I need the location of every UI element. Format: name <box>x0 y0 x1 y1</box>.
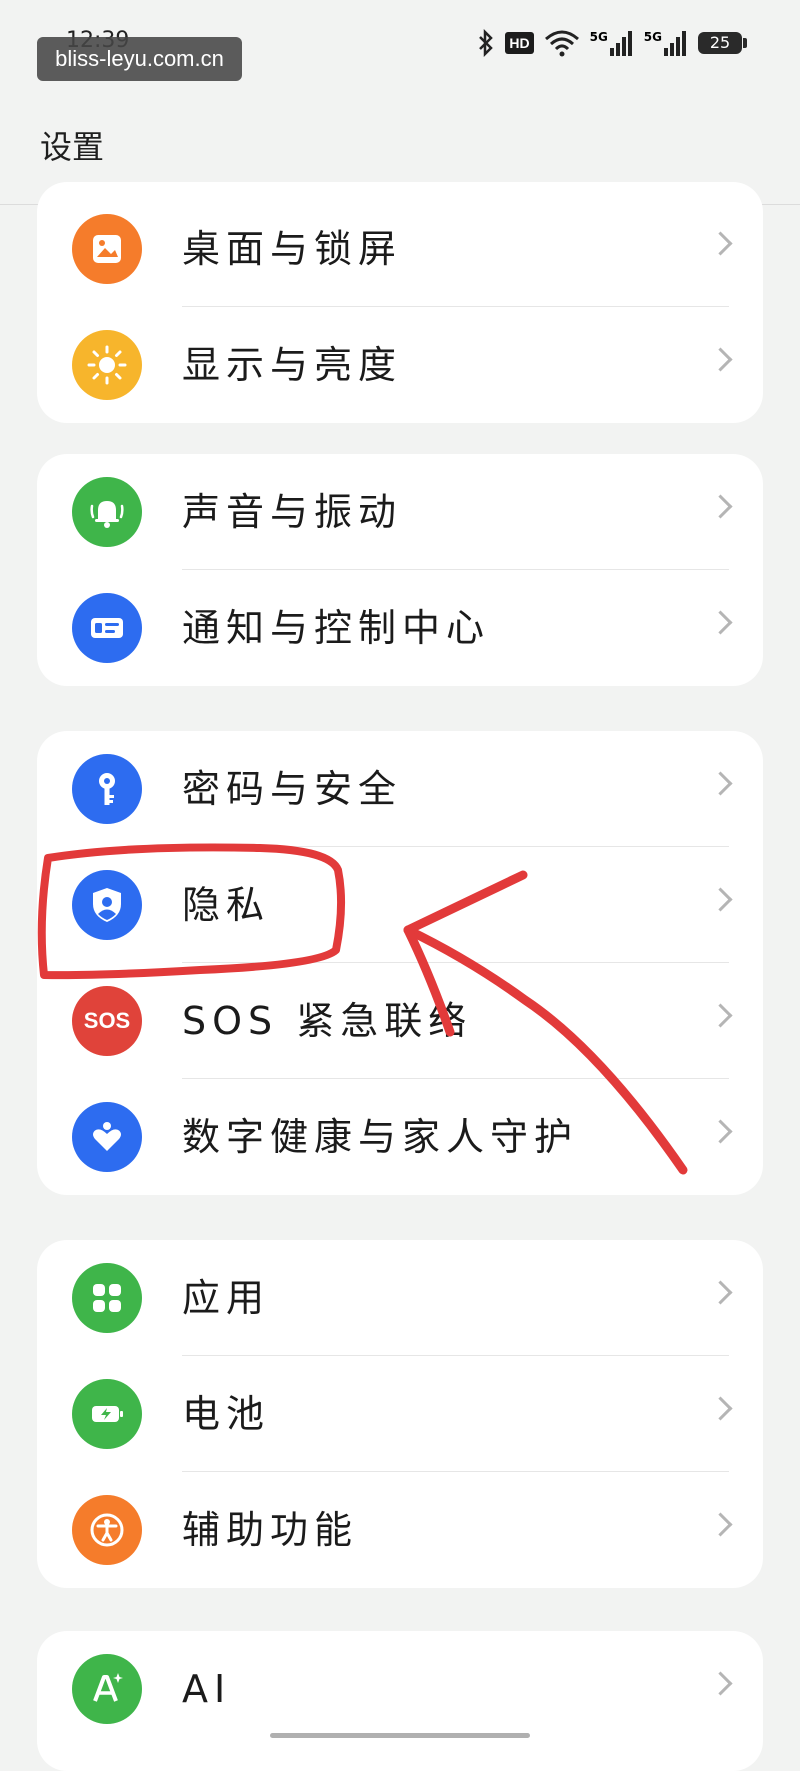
battery-indicator: 25 <box>698 32 747 54</box>
settings-group-ai: AI <box>37 1631 763 1771</box>
wifi-icon <box>544 30 579 57</box>
battery-icon <box>72 1379 142 1449</box>
signal-bars-icon <box>664 31 686 56</box>
settings-group-sound: 声音与振动 通知与控制中心 <box>37 454 763 686</box>
settings-item-label: 声音与振动 <box>182 490 403 534</box>
chevron-right-icon <box>708 1003 733 1028</box>
chevron-right-icon <box>708 771 733 796</box>
page-title: 设置 <box>40 128 105 166</box>
settings-item-accessibility[interactable]: 辅助功能 <box>37 1472 763 1588</box>
settings-item-label: 电池 <box>182 1392 271 1436</box>
key-icon <box>72 754 142 824</box>
settings-item-display-brightness[interactable]: 显示与亮度 <box>37 307 763 423</box>
settings-item-notification-control-center[interactable]: 通知与控制中心 <box>37 570 763 686</box>
settings-item-ai[interactable]: AI <box>37 1631 763 1747</box>
settings-item-label: 辅助功能 <box>182 1508 359 1552</box>
sos-icon: SOS <box>72 986 142 1056</box>
ai-icon <box>72 1654 142 1724</box>
settings-item-desktop-lockscreen[interactable]: 桌面与锁屏 <box>37 191 763 307</box>
settings-item-label: SOS 紧急联络 <box>182 999 473 1043</box>
chevron-right-icon <box>708 1396 733 1421</box>
chevron-right-icon <box>708 347 733 372</box>
chevron-right-icon <box>708 494 733 519</box>
settings-item-digital-wellbeing[interactable]: 数字健康与家人守护 <box>37 1079 763 1195</box>
apps-icon <box>72 1263 142 1333</box>
signal-1: 5G <box>590 30 634 56</box>
signal-2: 5G <box>644 30 688 56</box>
settings-item-label: AI <box>182 1667 232 1711</box>
home-indicator <box>270 1733 530 1738</box>
bluetooth-icon <box>479 29 494 57</box>
status-bar: 12:39 bliss-leyu.com.cn HD 5G 5G 25 <box>0 0 800 90</box>
chevron-right-icon <box>708 1119 733 1144</box>
accessibility-icon <box>72 1495 142 1565</box>
settings-group-security: 密码与安全 隐私 SOS SOS 紧急联络 数字健康与家人守护 <box>37 731 763 1195</box>
network-label-2: 5G <box>643 30 662 44</box>
settings-item-password-security[interactable]: 密码与安全 <box>37 731 763 847</box>
settings-item-label: 密码与安全 <box>182 767 403 811</box>
privacy-shield-icon <box>72 870 142 940</box>
bell-icon <box>72 477 142 547</box>
settings-item-label: 显示与亮度 <box>182 343 403 387</box>
chevron-right-icon <box>708 1280 733 1305</box>
settings-item-privacy[interactable]: 隐私 <box>37 847 763 963</box>
chevron-right-icon <box>708 1671 733 1696</box>
settings-item-label: 通知与控制中心 <box>182 606 491 650</box>
settings-item-battery[interactable]: 电池 <box>37 1356 763 1472</box>
settings-item-apps[interactable]: 应用 <box>37 1240 763 1356</box>
settings-item-label: 数字健康与家人守护 <box>182 1115 579 1159</box>
settings-item-label: 桌面与锁屏 <box>182 227 403 271</box>
sun-icon <box>72 330 142 400</box>
status-icons: HD 5G 5G 25 <box>477 26 747 60</box>
chevron-right-icon <box>708 231 733 256</box>
watermark: bliss-leyu.com.cn <box>37 37 242 81</box>
heart-icon <box>72 1102 142 1172</box>
settings-item-label: 应用 <box>182 1276 271 1320</box>
signal-bars-icon <box>609 31 632 56</box>
settings-item-sos-emergency[interactable]: SOS SOS 紧急联络 <box>37 963 763 1079</box>
settings-group-display: 桌面与锁屏 显示与亮度 <box>37 182 763 423</box>
sos-icon-text: SOS <box>83 1008 131 1033</box>
chevron-right-icon <box>708 610 733 635</box>
settings-item-label: 隐私 <box>182 883 271 927</box>
chevron-right-icon <box>708 887 733 912</box>
settings-group-apps: 应用 电池 辅助功能 <box>37 1240 763 1588</box>
wallpaper-icon <box>72 214 142 284</box>
settings-item-sound-vibration[interactable]: 声音与振动 <box>37 454 763 570</box>
notification-icon <box>72 593 142 663</box>
network-label-1: 5G <box>589 30 608 44</box>
hd-badge: HD <box>505 32 534 54</box>
chevron-right-icon <box>708 1512 733 1537</box>
